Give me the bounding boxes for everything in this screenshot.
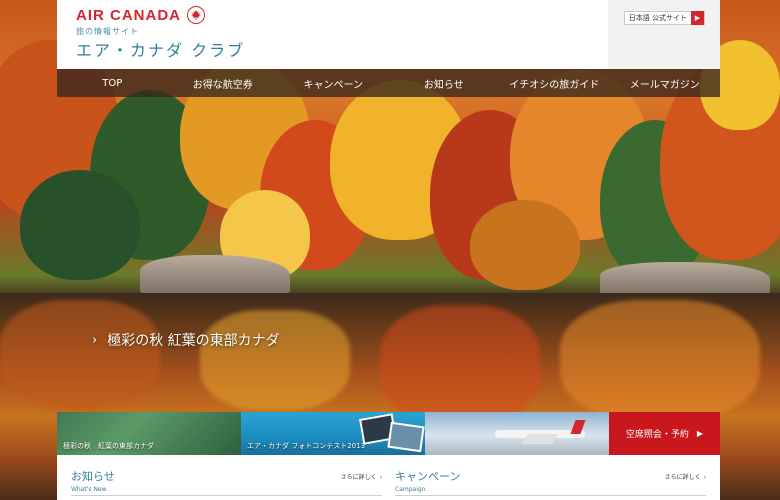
site-subtitle: 旅の情報サイト [76,27,139,36]
divider [71,495,382,496]
campaign-more-link[interactable]: さらに詳しく › [665,472,706,481]
nav-item-news[interactable]: お知らせ [389,69,500,97]
hero-caption-link[interactable]: › 極彩の秋 紅葉の東部カナダ [92,330,280,350]
nav-item-deals[interactable]: お得な航空券 [168,69,279,97]
nav-item-travel-guide[interactable]: イチオシの旅ガイド [499,69,610,97]
nav-item-newsletter[interactable]: メールマガジン [610,69,721,97]
campaign-title: キャンペーン [395,470,461,483]
club-title[interactable]: エア・カナダ クラブ [76,37,245,61]
photo-thumbnail [387,421,425,453]
japanese-official-site-link[interactable]: 日本語 公式サイト ▶ [623,11,705,25]
reserve-label: 空席照会・予約 [625,430,689,440]
arrow-right-icon: ▶ [691,11,704,25]
news-title: お知らせ [71,470,115,483]
banner-label: 極彩の秋 紅葉の東部カナダ [63,442,154,450]
campaign-subtitle: Campaign [395,486,426,493]
maple-leaf-icon[interactable] [187,6,205,24]
seat-availability-button[interactable]: 空席照会・予約 ▶ [609,412,720,455]
banner-strip: 極彩の秋 紅葉の東部カナダ エア・カナダ フォトコンテスト2013 空席照会・予… [57,412,720,455]
news-section: お知らせ What's New さらに詳しく › [71,468,382,498]
main-nav: TOP お得な航空券 キャンペーン お知らせ イチオシの旅ガイド メールマガジン [57,69,720,97]
site-header: AIR CANADA 旅の情報サイト エア・カナダ クラブ 日本語 公式サイト … [57,0,720,69]
banner-photo-contest[interactable]: エア・カナダ フォトコンテスト2013 [241,412,425,455]
more-label: さらに詳しく [340,474,377,481]
nav-item-campaign[interactable]: キャンペーン [278,69,389,97]
more-label: さらに詳しく [664,474,701,481]
banner-autumn[interactable]: 極彩の秋 紅葉の東部カナダ [57,412,241,455]
banner-aircraft[interactable] [425,412,609,455]
chevron-right-icon: › [379,474,382,481]
news-more-link[interactable]: さらに詳しく › [341,472,382,481]
hero-caption: 極彩の秋 紅葉の東部カナダ [107,333,280,349]
news-subtitle: What's New [71,486,107,493]
brand-logo[interactable]: AIR CANADA [76,7,181,24]
divider [395,495,706,496]
content-panel: お知らせ What's New さらに詳しく › キャンペーン Campaign … [57,455,720,500]
banner-label: エア・カナダ フォトコンテスト2013 [247,442,366,450]
japanese-site-label: 日本語 公式サイト [628,14,687,22]
chevron-right-icon: › [703,474,706,481]
nav-item-top[interactable]: TOP [57,69,168,97]
campaign-section: キャンペーン Campaign さらに詳しく › [395,468,706,498]
chevron-right-icon: ▶ [696,429,704,438]
chevron-right-icon: › [92,332,98,348]
airplane-wing [522,434,558,444]
